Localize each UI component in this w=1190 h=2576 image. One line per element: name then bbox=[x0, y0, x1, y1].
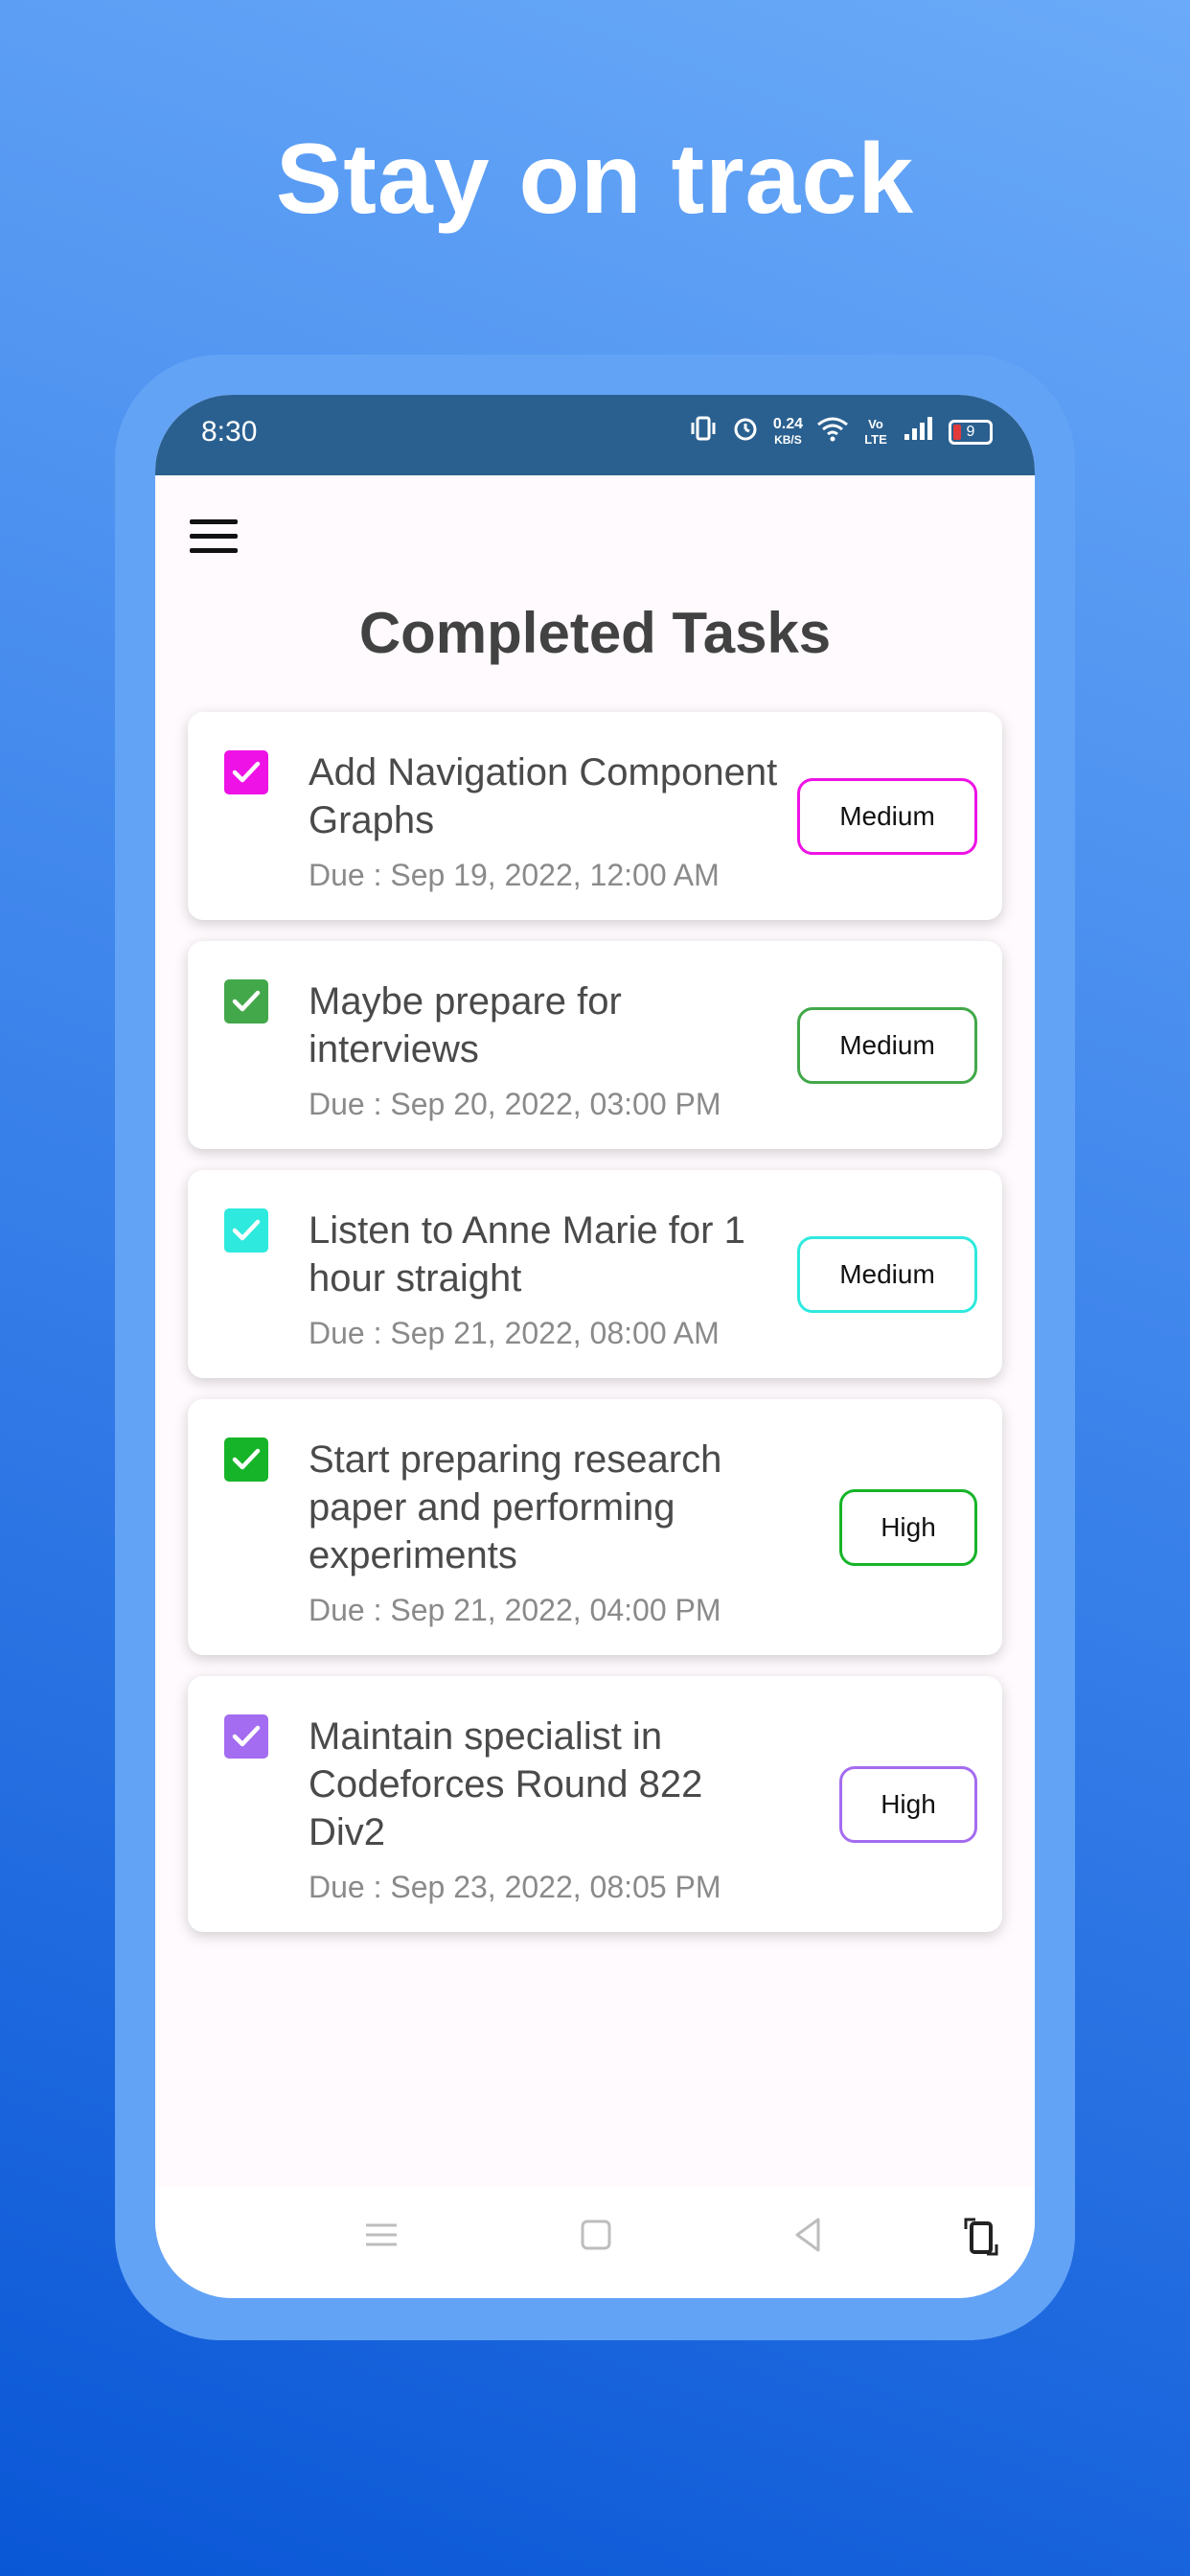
priority-badge[interactable]: Medium bbox=[797, 777, 977, 855]
task-due-date: Due : Sep 21, 2022, 04:00 PM bbox=[309, 1593, 721, 1627]
task-due-date: Due : Sep 20, 2022, 03:00 PM bbox=[309, 1087, 721, 1121]
task-title: Maybe prepare for interviews bbox=[309, 980, 622, 1070]
task-due-date: Due : Sep 21, 2022, 08:00 AM bbox=[309, 1316, 720, 1350]
task-checkbox[interactable] bbox=[224, 1208, 268, 1253]
rotate-icon[interactable] bbox=[962, 2216, 1000, 2263]
task-checkbox[interactable] bbox=[224, 979, 268, 1024]
task-title: Listen to Anne Marie for 1 hour straight bbox=[309, 1209, 745, 1300]
priority-badge[interactable]: High bbox=[839, 1765, 977, 1843]
priority-badge[interactable]: High bbox=[839, 1488, 977, 1566]
checkmark-icon bbox=[232, 1219, 261, 1241]
home-icon[interactable] bbox=[577, 2216, 615, 2259]
net-speed-value: 0.24 bbox=[772, 415, 803, 432]
status-icons: 0.24 KB/S Vo LTE 9 bbox=[689, 414, 993, 449]
task-list: Add Navigation Component Graphs Due : Sep… bbox=[155, 712, 1035, 1932]
task-card[interactable]: Listen to Anne Marie for 1 hour straight… bbox=[188, 1170, 1002, 1378]
status-time: 8:30 bbox=[201, 416, 258, 448]
hamburger-menu-icon[interactable] bbox=[190, 519, 238, 554]
task-checkbox[interactable] bbox=[224, 1714, 268, 1759]
task-title: Start preparing research paper and perfo… bbox=[309, 1438, 722, 1576]
net-speed-unit: KB/S bbox=[774, 432, 802, 447]
recents-icon[interactable] bbox=[362, 2216, 400, 2259]
checkmark-icon bbox=[232, 990, 261, 1012]
checkmark-icon bbox=[232, 1725, 261, 1747]
net-speed: 0.24 KB/S bbox=[772, 415, 803, 448]
alarm-icon bbox=[731, 414, 760, 449]
phone-screen: 8:30 0.24 KB/S Vo LTE 9 Completed Tasks … bbox=[155, 395, 1035, 2298]
task-card[interactable]: Maybe prepare for interviews Due : Sep 20… bbox=[188, 941, 1002, 1149]
battery-icon: 9 bbox=[949, 419, 993, 445]
headline: Stay on track bbox=[275, 124, 915, 235]
volte-label: Vo LTE bbox=[864, 416, 887, 447]
page-title: Completed Tasks bbox=[358, 601, 832, 665]
task-card[interactable]: Maintain specialist in Codeforces Round … bbox=[188, 1676, 1002, 1932]
task-card[interactable]: Start preparing research paper and perfo… bbox=[188, 1399, 1002, 1655]
signal-icon bbox=[903, 415, 935, 448]
task-checkbox[interactable] bbox=[224, 1438, 268, 1482]
priority-badge[interactable]: Medium bbox=[797, 1006, 977, 1084]
wifi-icon bbox=[816, 415, 849, 448]
task-due-date: Due : Sep 19, 2022, 12:00 AM bbox=[309, 858, 720, 892]
system-nav-bar bbox=[155, 2187, 1035, 2298]
checkmark-icon bbox=[232, 761, 261, 783]
task-title: Add Navigation Component Graphs bbox=[309, 751, 778, 841]
vibrate-icon bbox=[689, 415, 718, 448]
task-due-date: Due : Sep 23, 2022, 08:05 PM bbox=[309, 1870, 721, 1904]
app-bar bbox=[155, 475, 1035, 571]
task-card[interactable]: Add Navigation Component Graphs Due : Sep… bbox=[188, 712, 1002, 920]
priority-badge[interactable]: Medium bbox=[797, 1235, 977, 1313]
checkmark-icon bbox=[232, 1448, 261, 1470]
back-icon[interactable] bbox=[790, 2216, 828, 2259]
task-title: Maintain specialist in Codeforces Round … bbox=[309, 1715, 703, 1853]
status-bar: 8:30 0.24 KB/S Vo LTE 9 bbox=[155, 395, 1035, 475]
task-checkbox[interactable] bbox=[224, 750, 268, 794]
